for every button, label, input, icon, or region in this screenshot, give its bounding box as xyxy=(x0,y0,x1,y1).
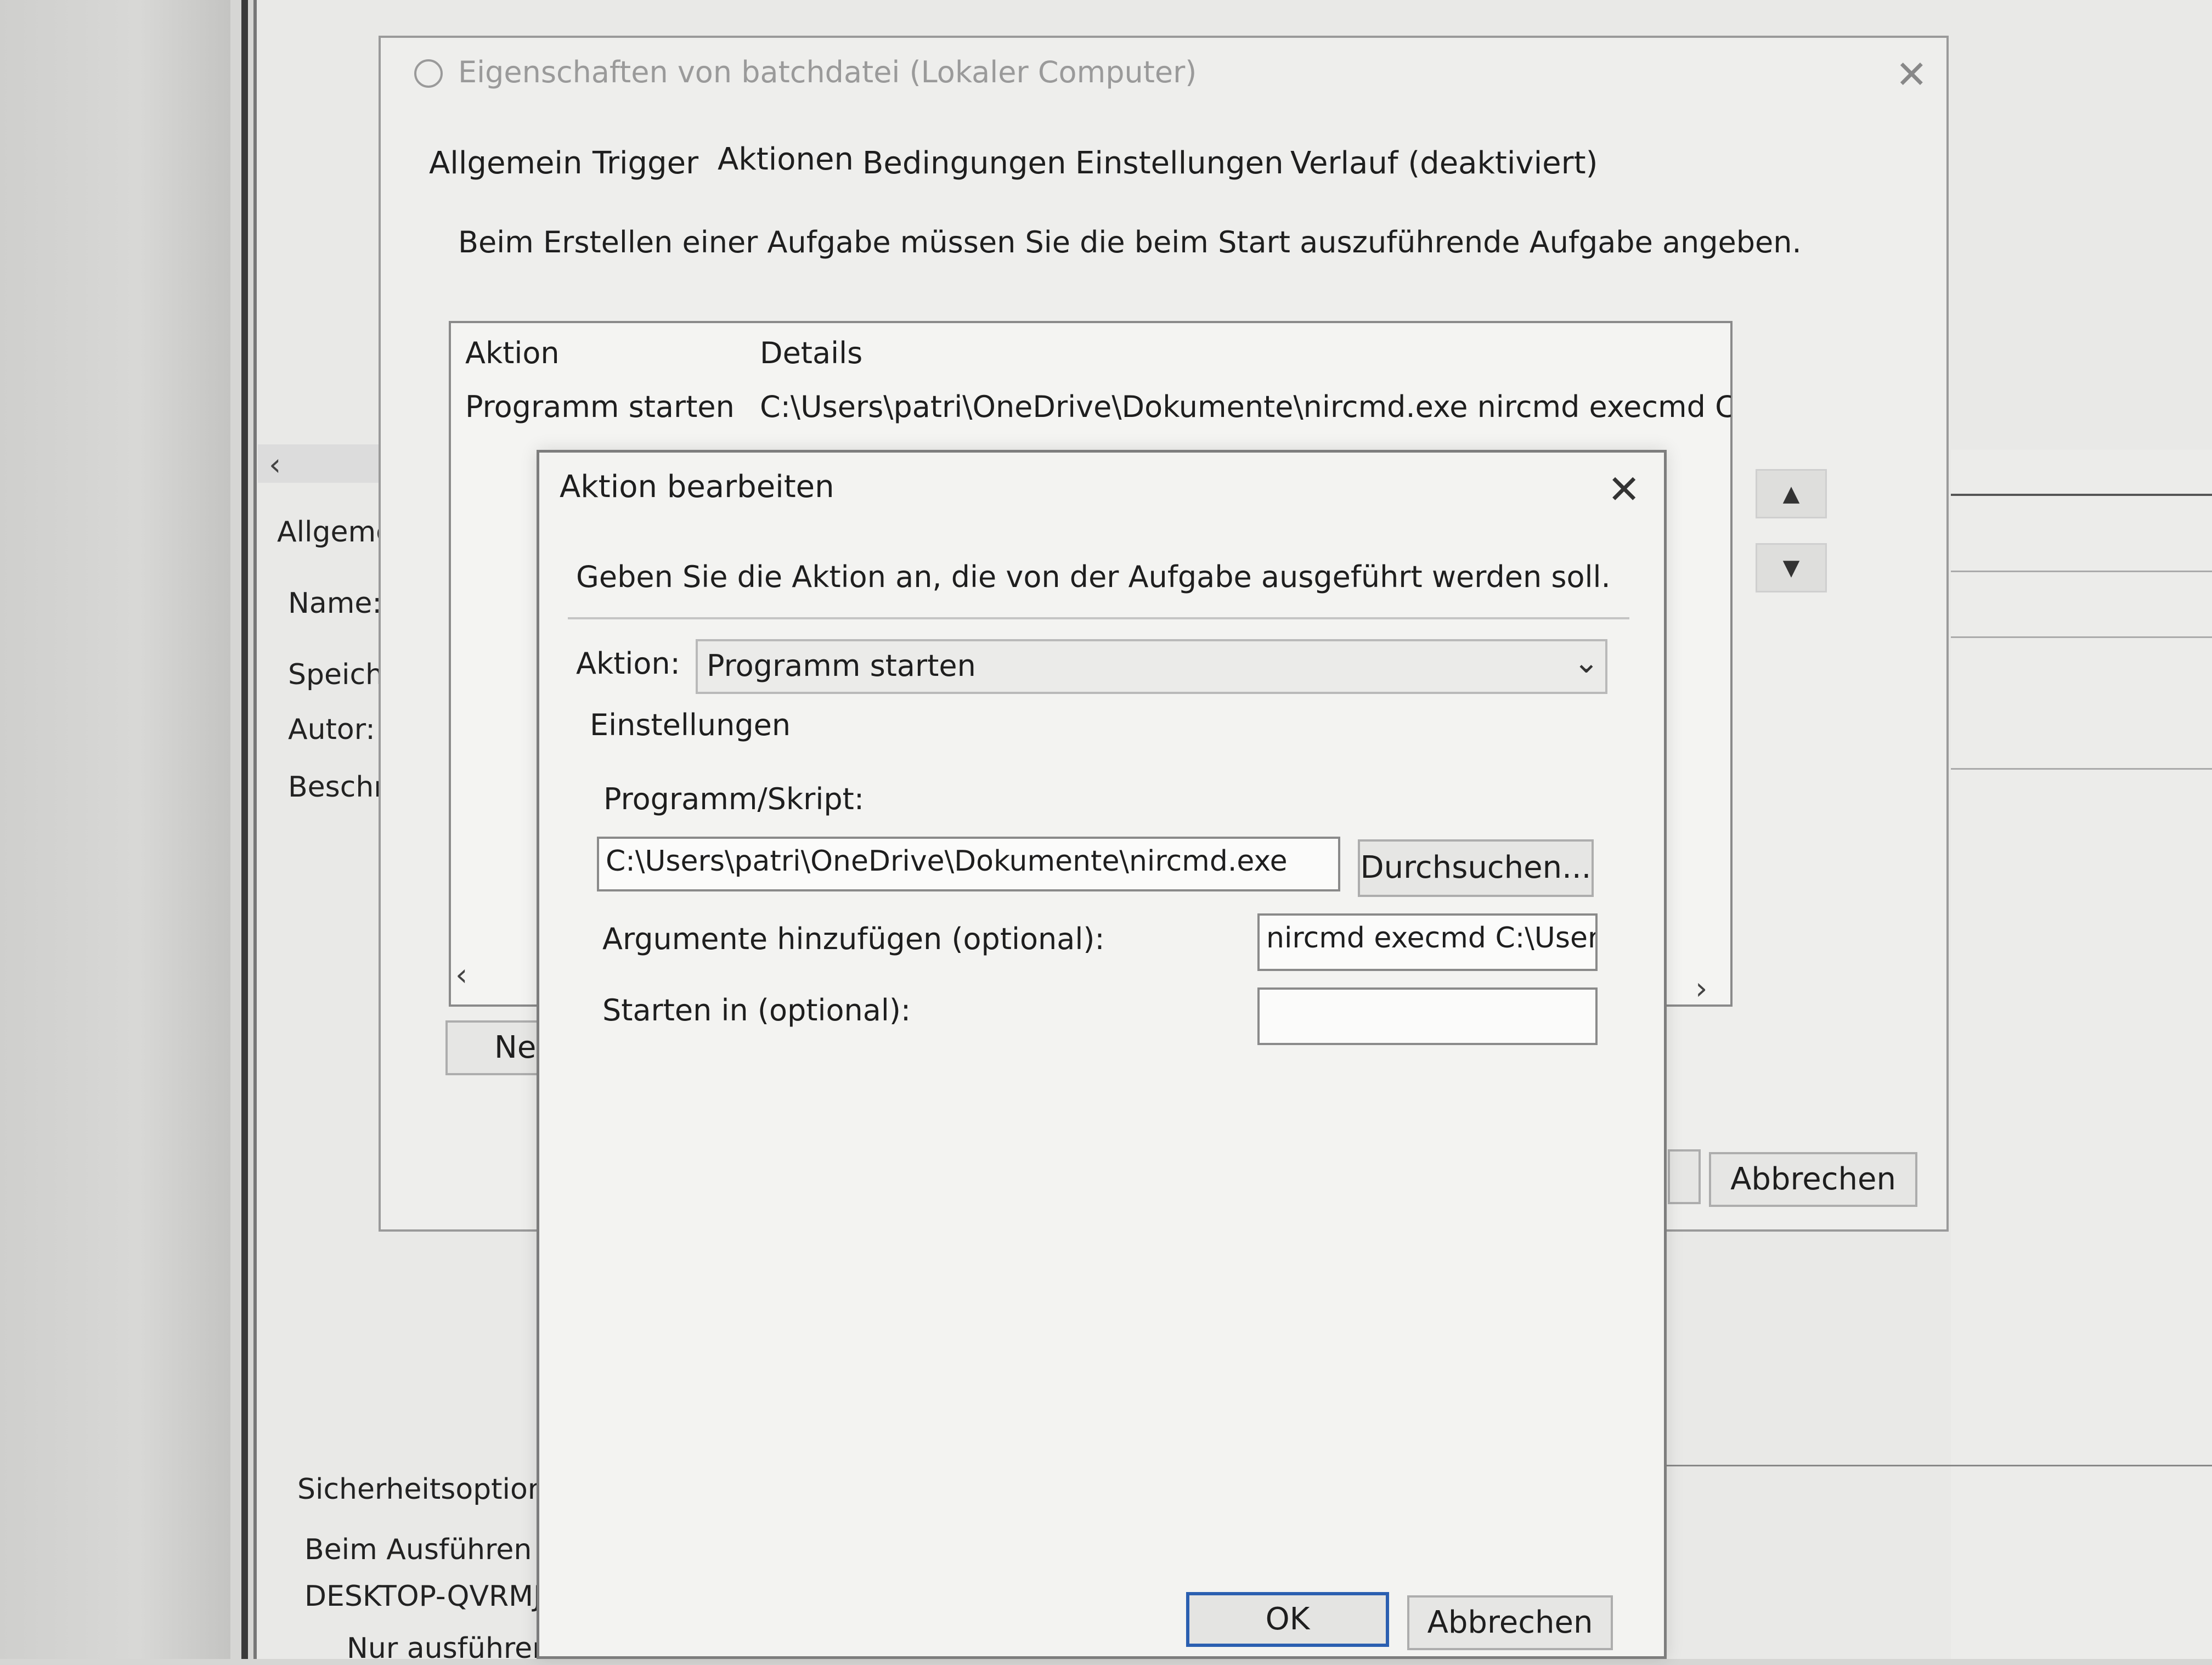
divider xyxy=(1951,768,2212,770)
properties-dialog-title: Eigenschaften von batchdatei (Lokaler Co… xyxy=(458,55,1197,89)
settings-group-label: Einstellungen xyxy=(590,708,791,742)
bg-tab-general[interactable]: Allgeme xyxy=(277,516,393,549)
program-script-input[interactable]: C:\Users\patri\OneDrive\Dokumente\nircmd… xyxy=(597,837,1340,891)
arguments-label: Argumente hinzufügen (optional): xyxy=(602,922,1105,956)
bg-run-only-option[interactable]: Nur ausführen xyxy=(347,1632,550,1665)
program-script-label: Programm/Skript: xyxy=(603,782,865,816)
monitor-bezel xyxy=(0,0,230,1659)
divider xyxy=(1951,494,2212,496)
edit-dialog-hint: Geben Sie die Aktion an, die von der Auf… xyxy=(576,560,1611,594)
tab-trigger[interactable]: Trigger xyxy=(592,145,698,181)
column-header-details[interactable]: Details xyxy=(760,336,862,370)
caret-down-icon: ▼ xyxy=(1782,555,1800,580)
action-select[interactable]: Programm starten xyxy=(696,639,1607,694)
start-in-label: Starten in (optional): xyxy=(602,993,911,1028)
window-border-dark xyxy=(241,0,248,1659)
tab-verlauf[interactable]: Verlauf (deaktiviert) xyxy=(1290,145,1598,181)
divider xyxy=(1951,571,2212,572)
arguments-input[interactable]: nircmd execmd C:\Users xyxy=(1257,913,1598,971)
background-right-panel xyxy=(1951,450,2212,1659)
tab-bedingungen[interactable]: Bedingungen xyxy=(862,145,1066,181)
bg-security-options-label: Sicherheitsoptione xyxy=(297,1473,563,1506)
properties-cancel-button[interactable]: Abbrechen xyxy=(1709,1152,1917,1207)
table-row-action[interactable]: Programm starten xyxy=(465,390,735,424)
ok-button[interactable]: OK xyxy=(1186,1592,1389,1647)
divider xyxy=(568,617,1629,619)
browse-button[interactable]: Durchsuchen... xyxy=(1358,839,1594,897)
scroll-right-icon[interactable]: › xyxy=(1695,971,1707,1007)
column-header-aktion[interactable]: Aktion xyxy=(465,336,560,370)
action-label: Aktion: xyxy=(576,646,680,681)
bg-name-label: Name: xyxy=(288,587,382,620)
move-down-button[interactable]: ▼ xyxy=(1756,543,1827,592)
divider xyxy=(1657,1465,2212,1466)
close-icon[interactable]: ✕ xyxy=(1607,466,1640,512)
caret-up-icon: ▲ xyxy=(1782,481,1800,506)
clock-icon xyxy=(414,59,443,88)
bg-author-label: Autor: xyxy=(288,713,375,746)
new-action-button[interactable]: Ne xyxy=(445,1020,544,1075)
ok-button-partial[interactable] xyxy=(1668,1149,1701,1204)
properties-hint: Beim Erstellen einer Aufgabe müssen Sie … xyxy=(458,225,1802,259)
start-in-input[interactable] xyxy=(1257,987,1598,1045)
move-up-button[interactable]: ▲ xyxy=(1756,469,1827,518)
close-icon[interactable]: ✕ xyxy=(1895,52,1928,97)
bg-user-account: DESKTOP-QVRMJ xyxy=(304,1580,542,1613)
scroll-left-icon[interactable]: ‹ xyxy=(269,447,281,483)
scroll-left-icon[interactable]: ‹ xyxy=(455,957,467,993)
bg-run-as-label: Beim Ausführen d xyxy=(304,1533,559,1566)
edit-cancel-button[interactable]: Abbrechen xyxy=(1407,1595,1613,1650)
divider xyxy=(1951,636,2212,638)
chevron-down-icon[interactable]: ⌄ xyxy=(1573,645,1599,680)
table-row-details[interactable]: C:\Users\patri\OneDrive\Dokumente\nircmd… xyxy=(760,390,1731,424)
tab-einstellungen[interactable]: Einstellungen xyxy=(1075,145,1284,181)
edit-action-dialog xyxy=(537,450,1667,1659)
tab-allgemein[interactable]: Allgemein xyxy=(429,145,582,181)
edit-dialog-title: Aktion bearbeiten xyxy=(560,469,834,505)
tab-aktionen[interactable]: Aktionen xyxy=(718,142,854,177)
